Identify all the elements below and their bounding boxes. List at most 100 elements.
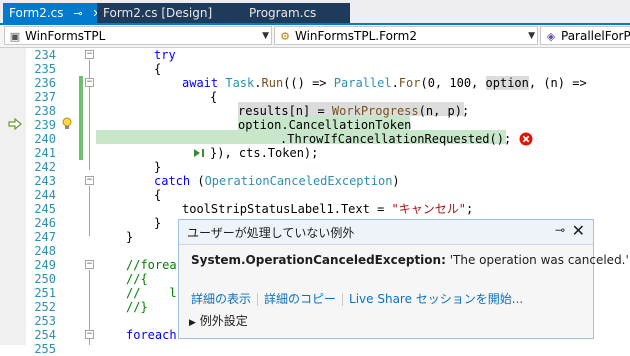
line-number: 248 xyxy=(34,244,56,258)
separator xyxy=(342,293,344,306)
code-text: { xyxy=(210,90,218,104)
project-name: WinFormsTPL xyxy=(25,29,106,43)
popup-title: ユーザーが処理していない例外 xyxy=(187,226,355,240)
code-text: //{ xyxy=(126,272,148,286)
tab-label: Form2.cs xyxy=(9,6,64,20)
line-number: 243 xyxy=(34,174,56,188)
line-number: 245 xyxy=(34,202,56,216)
code-text: } xyxy=(154,160,162,174)
line-number: 251 xyxy=(34,286,56,300)
code-line: 239 option.CancellationToken xyxy=(0,118,630,132)
code-text: option.CancellationToken xyxy=(238,118,412,132)
tab-label: Form2.cs [Design] xyxy=(103,6,213,20)
line-number: 240 xyxy=(34,132,56,146)
code-line: 238 results[n] = WorkProgress(n, p); xyxy=(0,104,630,118)
line-number: 239 xyxy=(34,118,56,132)
code-text: { xyxy=(154,188,162,202)
collapse-icon[interactable]: − xyxy=(85,50,94,59)
pin-icon[interactable]: ⊸ xyxy=(73,3,82,24)
tab-form2-design[interactable]: Form2.cs [Design] xyxy=(97,3,243,24)
code-text: .ThrowIfCancellationRequested(); xyxy=(280,132,512,146)
member-dropdown[interactable]: ◈ ParallelForPr xyxy=(540,26,630,45)
class-name: WinFormsTPL.Form2 xyxy=(295,29,417,43)
code-line: 240 .ThrowIfCancellationRequested(); xyxy=(0,132,630,146)
line-number: 247 xyxy=(34,230,56,244)
popup-links: 詳細の表示 詳細のコピー Live Share セッションを開始... xyxy=(191,290,523,307)
line-number: 254 xyxy=(34,328,56,342)
exception-settings-label: 例外設定 xyxy=(199,314,248,328)
exception-type: System.OperationCanceledException: xyxy=(191,253,446,267)
error-icon xyxy=(519,132,533,146)
code-text: foreach xyxy=(126,328,177,342)
exception-settings-toggle[interactable]: ▶ 例外設定 xyxy=(189,312,248,329)
line-number: 253 xyxy=(34,314,56,328)
class-icon: ⚙ xyxy=(280,30,290,43)
tab-program-cs[interactable]: Program.cs xyxy=(243,3,350,24)
close-icon[interactable]: ✕ xyxy=(572,221,585,240)
document-tab-bar: Form2.cs ⊸ ✕ Form2.cs [Design] Program.c… xyxy=(0,0,630,25)
code-text: }), cts.Token); xyxy=(210,146,319,160)
code-text: catch (OperationCanceledException) xyxy=(154,174,400,188)
line-number: 241 xyxy=(34,146,56,160)
exception-text: 'The operation was canceled.' xyxy=(449,253,629,267)
chevron-down-icon: ▼ xyxy=(262,31,269,41)
project-icon: ▣ xyxy=(9,30,21,43)
view-details-link[interactable]: 詳細の表示 xyxy=(191,292,251,306)
code-text: //} xyxy=(126,300,148,314)
line-number: 235 xyxy=(34,62,56,76)
line-number: 250 xyxy=(34,272,56,286)
code-text: toolStripStatusLabel1.Text = "キャンセル"; xyxy=(182,202,474,216)
code-text: { xyxy=(154,62,162,76)
code-line: 242 } xyxy=(0,160,630,174)
code-text: } xyxy=(154,216,162,230)
project-dropdown[interactable]: ▣ WinFormsTPL ▼ xyxy=(4,26,272,45)
code-line: 235 { xyxy=(0,62,630,76)
copy-details-link[interactable]: 詳細のコピー xyxy=(264,292,336,306)
collapse-icon[interactable]: − xyxy=(85,260,94,269)
method-icon: ◈ xyxy=(546,30,556,43)
current-statement-arrow-icon xyxy=(8,118,22,130)
code-line: 245 toolStripStatusLabel1.Text = "キャンセル"… xyxy=(0,202,630,216)
tab-form2-cs[interactable]: Form2.cs ⊸ ✕ xyxy=(3,3,97,24)
exception-message: System.OperationCanceledException: 'The … xyxy=(191,253,629,267)
line-number: 238 xyxy=(34,104,56,118)
pin-icon[interactable]: ⊸ xyxy=(555,223,565,237)
line-number: 234 xyxy=(34,48,56,62)
exception-helper-popup: ユーザーが処理していない例外 ⊸ ✕ System.OperationCance… xyxy=(178,219,629,339)
code-text: // l xyxy=(126,286,177,300)
tab-label: Program.cs xyxy=(249,6,317,20)
code-line: 255 xyxy=(0,342,630,356)
separator xyxy=(257,293,259,306)
code-line: 237 { xyxy=(0,90,630,104)
class-dropdown[interactable]: ⚙ WinFormsTPL.Form2 ▼ xyxy=(274,26,538,45)
line-number: 246 xyxy=(34,216,56,230)
line-number: 237 xyxy=(34,90,56,104)
code-line: 244 { xyxy=(0,188,630,202)
member-name: ParallelForPr xyxy=(561,29,630,43)
code-text: await Task.Run(() => Parallel.For(0, 100… xyxy=(182,76,587,90)
code-line: 241 }), cts.Token); xyxy=(0,146,630,160)
popup-header: ユーザーが処理していない例外 ⊸ ✕ xyxy=(179,220,593,245)
line-number: 252 xyxy=(34,300,56,314)
run-to-click-icon[interactable] xyxy=(193,148,205,158)
collapse-icon[interactable]: − xyxy=(85,330,94,339)
navigation-bar: ▣ WinFormsTPL ▼ ⚙ WinFormsTPL.Form2 ▼ ◈ Par… xyxy=(0,25,630,48)
code-text: results[n] = WorkProgress(n, p); xyxy=(238,104,470,118)
lightbulb-icon[interactable] xyxy=(62,117,72,130)
code-text: } xyxy=(126,230,134,244)
collapse-icon[interactable]: − xyxy=(85,176,94,185)
collapse-icon[interactable]: − xyxy=(85,78,94,87)
line-number: 242 xyxy=(34,160,56,174)
chevron-down-icon: ▼ xyxy=(528,31,535,41)
line-number: 249 xyxy=(34,258,56,272)
line-number: 244 xyxy=(34,188,56,202)
code-line: 236 − await Task.Run(() => Parallel.For(… xyxy=(0,76,630,90)
code-line: 243 − catch (OperationCanceledException) xyxy=(0,174,630,188)
code-text: //forea xyxy=(126,258,177,272)
code-line: 234 − try xyxy=(0,48,630,62)
code-text: try xyxy=(154,48,176,62)
line-number: 255 xyxy=(34,342,56,356)
live-share-link[interactable]: Live Share セッションを開始... xyxy=(349,292,523,306)
line-number: 236 xyxy=(34,76,56,90)
expand-triangle-icon: ▶ xyxy=(189,318,196,328)
